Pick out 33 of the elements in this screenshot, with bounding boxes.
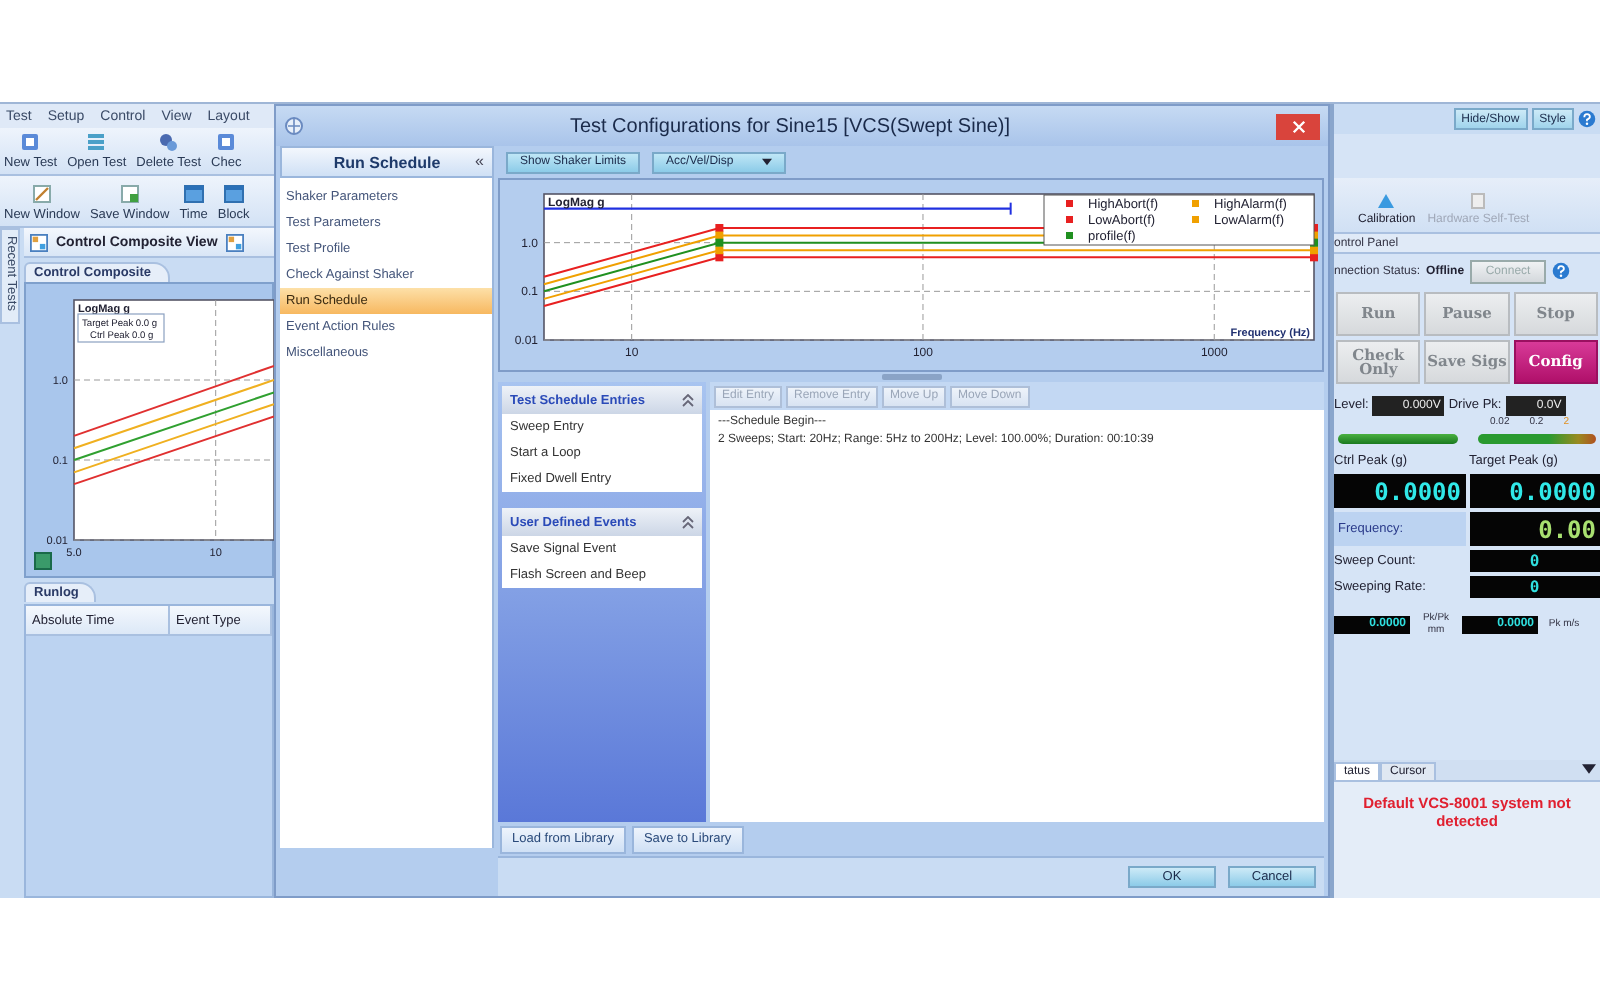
grid-icon <box>30 233 48 251</box>
window-icon <box>223 184 244 204</box>
meter-bar <box>1338 434 1457 444</box>
splitter-handle[interactable] <box>881 374 941 380</box>
grid-icon <box>225 233 244 251</box>
document-icon <box>216 132 237 152</box>
help-icon[interactable] <box>1552 262 1571 280</box>
caret-icon <box>761 158 772 166</box>
readout-value: 0 <box>1529 579 1540 595</box>
close-icon <box>1291 119 1305 133</box>
peak-display: 0.0000 <box>1469 474 1600 508</box>
help-icon[interactable] <box>1578 110 1596 128</box>
window-icon <box>183 184 204 204</box>
collapse-button[interactable]: « <box>475 152 484 170</box>
legend-box <box>77 313 165 343</box>
calibration-icon <box>1376 192 1397 210</box>
readout-value: 0 <box>1529 553 1540 569</box>
close-button[interactable] <box>1276 113 1320 139</box>
readout-value: 0.00 <box>1538 517 1596 541</box>
chevron-icon[interactable] <box>682 393 694 407</box>
chevron-icon[interactable] <box>682 515 694 529</box>
gear-icon <box>158 132 179 152</box>
meter-bar <box>1477 434 1596 444</box>
document-icon <box>119 184 140 204</box>
list-icon <box>86 132 107 152</box>
dialog-title: Test Configurations for Sine15 [VCS(Swept Sine)] <box>567 115 1013 137</box>
document-icon <box>20 132 41 152</box>
peak-display: 0.0000 <box>1334 474 1465 508</box>
app-icon <box>284 116 304 136</box>
document-icon <box>1468 192 1489 210</box>
dropdown-icon[interactable] <box>1582 764 1596 774</box>
pencil-icon <box>31 184 52 204</box>
nav-header: Run Schedule <box>333 153 441 171</box>
